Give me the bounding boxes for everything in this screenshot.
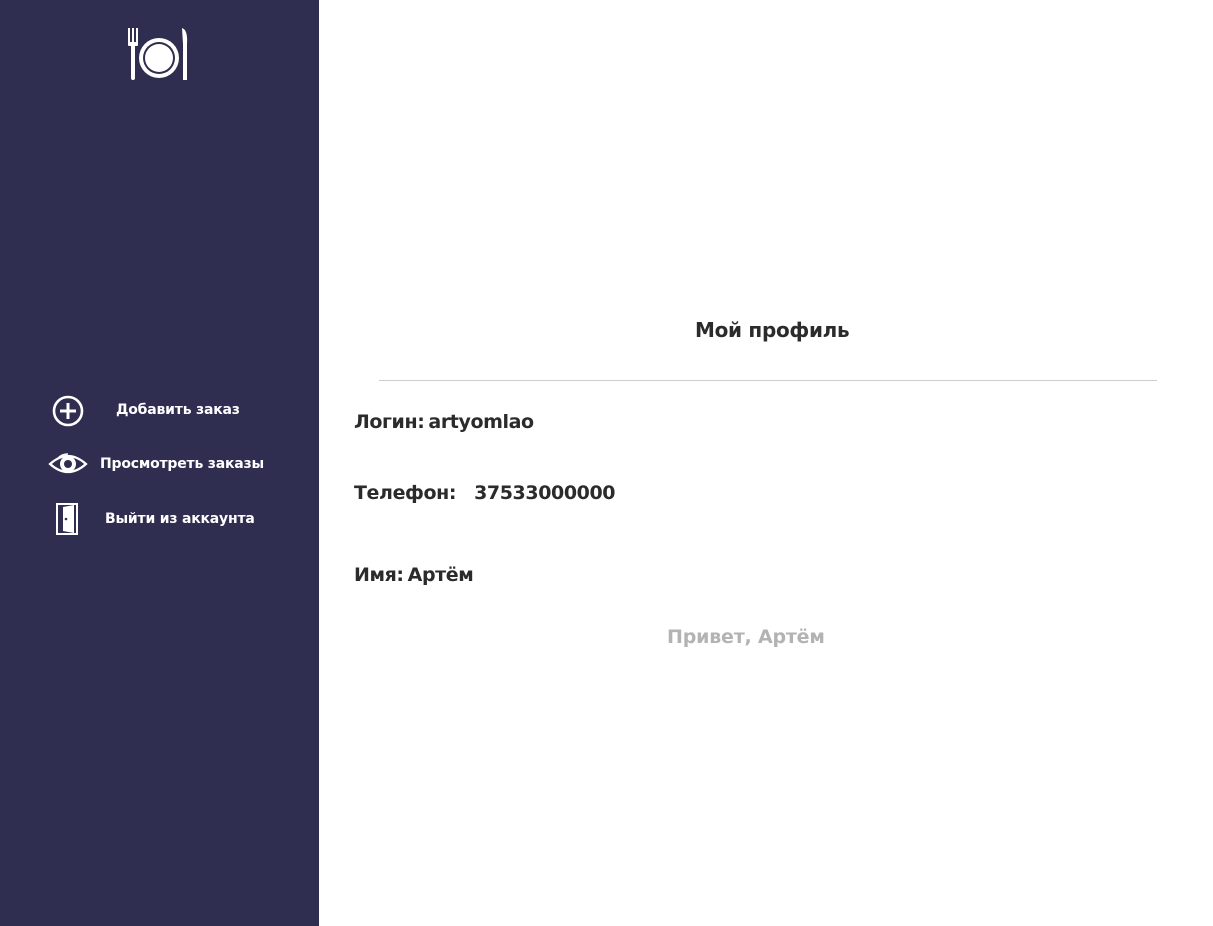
add-order-button[interactable]: Добавить заказ [52,395,252,427]
login-value: artyomlao [428,411,534,433]
name-label: Имя: [354,564,404,586]
page-title: Мой профиль [695,318,850,342]
name-value: Артём [407,564,474,586]
login-field: Логин: artyomlao [354,411,534,433]
fork-plate-knife-icon [128,28,188,80]
profile-panel: Мой профиль Логин: artyomlao Телефон: 3753… [319,0,1213,926]
door-exit-icon [56,503,78,535]
logout-button[interactable]: Выйти из аккаунта [56,503,256,535]
phone-value: 37533000000 [474,482,616,504]
phone-field: Телефон: 37533000000 [354,482,616,504]
view-orders-label: Просмотреть заказы [100,456,264,472]
name-field: Имя: Артём [354,564,474,586]
phone-label: Телефон: [354,482,457,504]
eye-icon [48,453,88,474]
sidebar: Добавить заказ Просмотреть заказы Выйти … [0,0,319,926]
logout-label: Выйти из аккаунта [105,511,255,527]
greeting-text: Привет, Артём [667,626,825,648]
plus-circle-icon [52,395,84,427]
divider [379,380,1157,381]
login-label: Логин: [354,411,425,433]
add-order-label: Добавить заказ [116,402,240,418]
app-window: Добавить заказ Просмотреть заказы Выйти … [0,0,1213,926]
view-orders-button[interactable]: Просмотреть заказы [48,450,268,478]
